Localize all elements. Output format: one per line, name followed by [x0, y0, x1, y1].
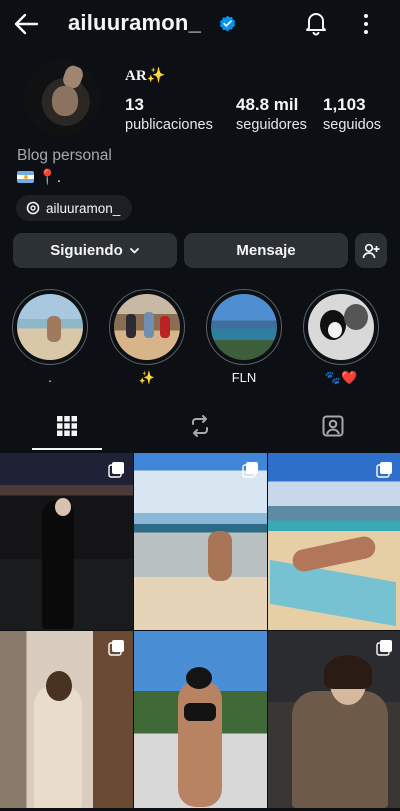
profile-category: Blog personal — [17, 147, 112, 164]
top-bar: ailuuramon_ — [0, 0, 400, 50]
threads-handle: ailuuramon_ — [46, 200, 121, 216]
suggested-users-button[interactable] — [355, 233, 387, 268]
profile-tabs — [0, 400, 400, 452]
display-name: AR✨ — [125, 68, 166, 84]
highlight-3[interactable]: FLN — [206, 289, 282, 386]
highlight-1[interactable]: . — [12, 289, 88, 386]
highlight-4-cover — [308, 294, 374, 360]
following-button[interactable]: Siguiendo — [13, 233, 177, 268]
stat-following-value: 1,103 — [323, 95, 366, 114]
post-4[interactable] — [0, 631, 133, 808]
bell-icon[interactable] — [303, 10, 329, 36]
highlight-2[interactable]: ✨ — [109, 289, 185, 386]
more-vertical-icon[interactable] — [356, 12, 376, 36]
tagged-icon[interactable] — [321, 414, 345, 438]
highlight-4-label: 🐾❤️ — [324, 370, 358, 385]
stat-posts-label: publicaciones — [125, 117, 213, 133]
stat-followers-label: seguidores — [236, 117, 307, 133]
highlight-2-cover — [114, 294, 180, 360]
message-button[interactable]: Mensaje — [184, 233, 348, 268]
post-5[interactable] — [134, 631, 267, 808]
post-1[interactable] — [0, 453, 133, 630]
argentina-flag-icon — [17, 171, 34, 183]
stat-followers[interactable]: 48.8 mil seguidores — [236, 95, 307, 133]
post-2[interactable] — [134, 453, 267, 630]
highlight-3-label: FLN — [231, 370, 257, 385]
carousel-icon — [108, 640, 124, 656]
profile-avatar[interactable] — [24, 60, 100, 136]
avatar-face — [52, 86, 78, 116]
message-label: Mensaje — [236, 242, 296, 259]
stat-following-label: seguidos — [323, 117, 382, 133]
following-label: Siguiendo — [50, 242, 123, 259]
carousel-icon — [108, 462, 124, 478]
carousel-icon — [376, 462, 392, 478]
threads-badge[interactable]: ailuuramon_ — [16, 195, 133, 221]
stat-posts-value: 13 — [125, 95, 144, 114]
highlight-2-label: ✨ — [138, 370, 156, 385]
carousel-icon — [242, 462, 258, 478]
profile-username: ailuuramon_ — [68, 10, 202, 35]
active-tab-indicator — [32, 448, 102, 450]
highlight-4[interactable]: 🐾❤️ — [303, 289, 379, 386]
highlight-3-cover — [211, 294, 277, 360]
carousel-icon — [376, 640, 392, 656]
grid-icon[interactable] — [55, 414, 79, 438]
stat-following[interactable]: 1,103 seguidos — [323, 95, 381, 133]
highlight-1-label: . — [48, 370, 52, 385]
post-6[interactable] — [268, 631, 400, 808]
add-person-icon — [362, 243, 380, 258]
verified-badge-icon — [219, 15, 236, 32]
reels-icon[interactable] — [188, 414, 212, 438]
stat-posts: 13 publicaciones — [125, 95, 213, 133]
chevron-down-icon — [129, 248, 139, 254]
threads-icon — [26, 201, 40, 215]
stat-followers-value: 48.8 mil — [236, 95, 299, 114]
post-3[interactable] — [268, 453, 400, 630]
back-arrow-icon[interactable] — [12, 10, 40, 38]
bio-text: 📍. — [38, 169, 62, 186]
highlight-1-cover — [17, 294, 83, 360]
profile-bio: 📍. — [17, 168, 61, 186]
